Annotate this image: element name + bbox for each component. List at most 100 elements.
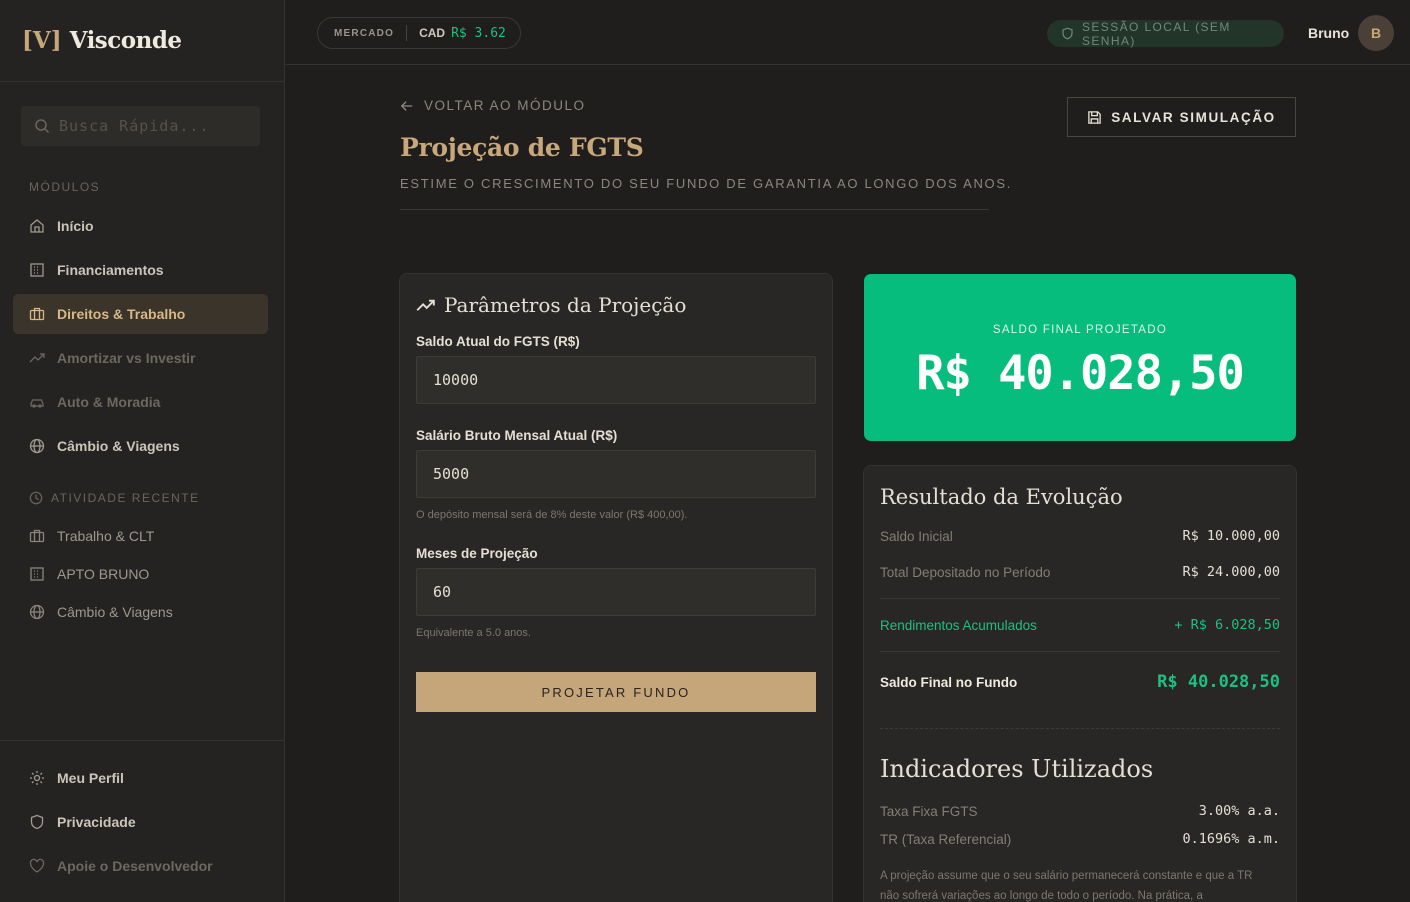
shield-icon bbox=[30, 814, 44, 830]
gear-icon bbox=[30, 771, 44, 785]
recent-item-label: APTO BRUNO bbox=[57, 566, 150, 582]
save-icon bbox=[1088, 110, 1101, 124]
params-title: Parâmetros da Projeção bbox=[416, 293, 686, 317]
sidebar-item-privacidade[interactable]: Privacidade bbox=[13, 802, 268, 842]
depositado-value: R$ 24.000,00 bbox=[1182, 564, 1280, 580]
session-badge: SESSÃO LOCAL (SEM SENHA) bbox=[1047, 19, 1284, 48]
depositado-label: Total Depositado no Período bbox=[880, 564, 1051, 580]
sidebar-item-label: Financiamentos bbox=[57, 262, 164, 278]
salario-hint: O depósito mensal será de 8% deste valor… bbox=[416, 509, 688, 521]
salario-bruto-label: Salário Bruto Mensal Atual (R$) bbox=[416, 428, 618, 443]
recent-activity-text: ATIVIDADE RECENTE bbox=[51, 491, 200, 505]
projection-params-card: Parâmetros da Projeção Saldo Atual do FG… bbox=[399, 273, 833, 902]
meses-hint: Equivalente a 5.0 anos. bbox=[416, 627, 531, 639]
projection-note: A projeção assume que o seu salário perm… bbox=[880, 870, 1253, 902]
search-input[interactable] bbox=[59, 117, 239, 135]
recent-item-label: Câmbio & Viagens bbox=[57, 604, 173, 620]
recent-item-label: Trabalho & CLT bbox=[57, 528, 155, 544]
topbar: MERCADO CAD R$ 3.62 SESSÃO LOCAL (SEM SE… bbox=[285, 0, 1410, 65]
page-title: Projeção de FGTS bbox=[400, 133, 644, 162]
sidebar-item-label: Privacidade bbox=[57, 814, 136, 830]
divider bbox=[880, 651, 1280, 652]
brand-mark: [V] bbox=[22, 27, 62, 54]
user-name[interactable]: Bruno bbox=[1308, 25, 1349, 41]
saldo-final-label: Saldo Final no Fundo bbox=[880, 674, 1018, 690]
avatar[interactable]: B bbox=[1358, 15, 1394, 51]
recent-item-apto-bruno[interactable]: APTO BRUNO bbox=[13, 554, 268, 594]
sidebar-item-label: Câmbio & Viagens bbox=[57, 438, 180, 454]
params-title-text: Parâmetros da Projeção bbox=[444, 293, 687, 317]
tr-row: TR (Taxa Referencial) 0.1696% a.m. bbox=[880, 831, 1280, 847]
globe-icon bbox=[29, 604, 45, 620]
saldo-atual-label: Saldo Atual do FGTS (R$) bbox=[416, 334, 580, 349]
tr-value: 0.1696% a.m. bbox=[1182, 831, 1280, 847]
sidebar-item-apoie[interactable]: Apoie o Desenvolvedor bbox=[13, 846, 268, 886]
divider bbox=[880, 598, 1280, 599]
sidebar-item-label: Amortizar vs Investir bbox=[57, 350, 196, 366]
taxa-fgts-label: Taxa Fixa FGTS bbox=[880, 803, 978, 819]
back-to-module-link[interactable]: VOLTAR AO MÓDULO bbox=[400, 98, 586, 113]
market-currency: CAD bbox=[419, 26, 446, 40]
rendimentos-value: + R$ 6.028,50 bbox=[1174, 617, 1280, 633]
evolution-result-card: Resultado da Evolução Saldo Inicial R$ 1… bbox=[863, 465, 1297, 902]
hero-value: R$ 40.028,50 bbox=[916, 346, 1245, 401]
taxa-fgts-value: 3.00% a.a. bbox=[1198, 803, 1280, 819]
brand-name: Visconde bbox=[69, 27, 182, 54]
quick-search[interactable] bbox=[21, 106, 260, 146]
recent-item-trabalho-clt[interactable]: Trabalho & CLT bbox=[13, 516, 268, 556]
saldo-final-row: Saldo Final no Fundo R$ 40.028,50 bbox=[880, 672, 1280, 692]
briefcase-icon bbox=[29, 529, 45, 543]
save-button-label: SALVAR SIMULAÇÃO bbox=[1111, 109, 1276, 125]
saldo-inicial-row: Saldo Inicial R$ 10.000,00 bbox=[880, 528, 1280, 544]
meses-projecao-input[interactable] bbox=[416, 568, 816, 616]
clock-icon bbox=[29, 491, 43, 505]
home-icon bbox=[30, 219, 44, 233]
rendimentos-row: Rendimentos Acumulados + R$ 6.028,50 bbox=[880, 617, 1280, 633]
salario-bruto-input[interactable] bbox=[416, 450, 816, 498]
heart-icon bbox=[29, 858, 45, 873]
meses-projecao-label: Meses de Projeção bbox=[416, 546, 538, 561]
briefcase-icon bbox=[29, 307, 45, 321]
sidebar-item-direitos-trabalho[interactable]: Direitos & Trabalho bbox=[13, 294, 268, 334]
trending-up-icon bbox=[29, 353, 45, 363]
recent-activity-label: ATIVIDADE RECENTE bbox=[29, 491, 200, 505]
sidebar-item-financiamentos[interactable]: Financiamentos bbox=[13, 250, 268, 290]
project-fund-button[interactable]: PROJETAR FUNDO bbox=[416, 672, 816, 712]
modules-section-label: MÓDULOS bbox=[29, 180, 101, 194]
market-divider bbox=[406, 25, 408, 41]
building-icon bbox=[30, 567, 44, 581]
sidebar-item-amortizar[interactable]: Amortizar vs Investir bbox=[13, 338, 268, 378]
trending-up-icon bbox=[416, 299, 435, 311]
car-icon bbox=[30, 399, 44, 408]
arrow-left-icon bbox=[400, 100, 413, 111]
market-ticker: MERCADO CAD R$ 3.62 bbox=[317, 17, 521, 49]
globe-icon bbox=[29, 438, 45, 454]
sidebar-item-auto-moradia[interactable]: Auto & Moradia bbox=[13, 382, 268, 422]
sidebar-item-label: Apoie o Desenvolvedor bbox=[57, 858, 213, 874]
back-link-label: VOLTAR AO MÓDULO bbox=[424, 98, 586, 113]
save-simulation-button[interactable]: SALVAR SIMULAÇÃO bbox=[1067, 97, 1296, 137]
taxa-fgts-row: Taxa Fixa FGTS 3.00% a.a. bbox=[880, 803, 1280, 819]
depositado-row: Total Depositado no Período R$ 24.000,00 bbox=[880, 564, 1280, 580]
saldo-final-value: R$ 40.028,50 bbox=[1157, 672, 1280, 692]
dashed-divider bbox=[880, 728, 1280, 729]
sidebar-item-meu-perfil[interactable]: Meu Perfil bbox=[13, 758, 268, 798]
saldo-atual-input[interactable] bbox=[416, 356, 816, 404]
market-rate: R$ 3.62 bbox=[451, 25, 506, 41]
sidebar-item-label: Direitos & Trabalho bbox=[57, 306, 186, 322]
brand[interactable]: [V] Visconde bbox=[0, 0, 284, 82]
rendimentos-label: Rendimentos Acumulados bbox=[880, 617, 1037, 633]
sidebar-item-label: Meu Perfil bbox=[57, 770, 124, 786]
sidebar-item-inicio[interactable]: Início bbox=[13, 206, 268, 246]
saldo-inicial-value: R$ 10.000,00 bbox=[1182, 528, 1280, 544]
shield-icon bbox=[1062, 27, 1073, 40]
sidebar-item-cambio-viagens[interactable]: Câmbio & Viagens bbox=[13, 426, 268, 466]
projected-balance-hero: SALDO FINAL PROJETADO R$ 40.028,50 bbox=[864, 274, 1296, 441]
indicators-title: Indicadores Utilizados bbox=[880, 755, 1154, 783]
recent-item-cambio-viagens[interactable]: Câmbio & Viagens bbox=[13, 592, 268, 632]
session-label: SESSÃO LOCAL (SEM SENHA) bbox=[1082, 19, 1231, 48]
market-label: MERCADO bbox=[334, 27, 395, 39]
sidebar-item-label: Auto & Moradia bbox=[57, 394, 161, 410]
search-icon bbox=[35, 119, 50, 134]
sidebar-footer: Meu Perfil Privacidade Apoie o Desenvolv… bbox=[0, 740, 285, 902]
